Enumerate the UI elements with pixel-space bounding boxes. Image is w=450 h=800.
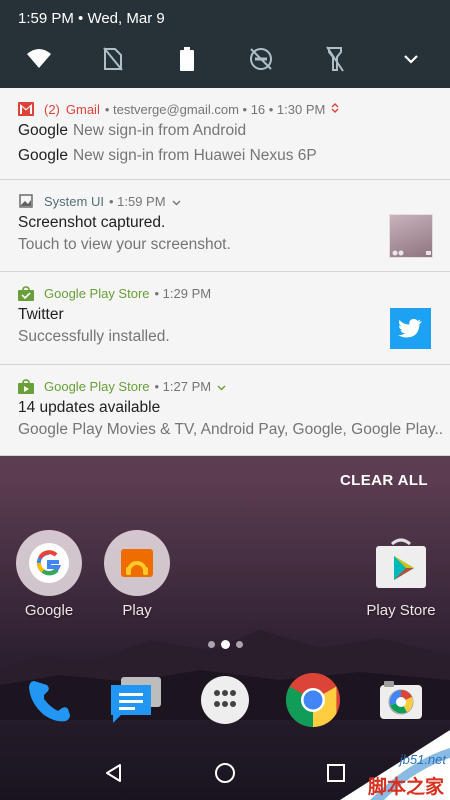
dnd-off-icon[interactable] [246, 44, 276, 74]
status-time-date: 1:59 PM • Wed, Mar 9 [18, 10, 165, 27]
phone-app-icon[interactable] [19, 670, 79, 730]
email-sender: Google [18, 122, 68, 139]
notification-title: Twitter [18, 306, 64, 323]
no-sim-icon[interactable] [98, 44, 128, 74]
home-icon-play-store[interactable]: Play Store [356, 530, 446, 619]
notification-header: Google Play Store • 1:27 PM [18, 377, 226, 395]
chrome-app-icon[interactable] [283, 670, 343, 730]
page-dot-active [220, 640, 230, 649]
expand-chevron-icon[interactable] [396, 44, 426, 74]
twitter-icon [390, 308, 431, 349]
watermark-name: 脚本之家 [367, 777, 444, 798]
status-and-quick-settings: 1:59 PM • Wed, Mar 9 [0, 0, 450, 88]
notification-app-name: Google Play Store [44, 378, 150, 394]
chevron-down-icon[interactable] [172, 194, 181, 209]
home-icon-google-folder[interactable]: Google [4, 530, 94, 619]
home-icon-label: Google [24, 602, 74, 619]
notification-text: Successfully installed. [18, 328, 170, 345]
flashlight-off-icon[interactable] [320, 44, 350, 74]
email-line: Google New sign-in from Huawei Nexus 6P [18, 147, 317, 165]
home-icon-play-folder[interactable]: Play [92, 530, 182, 619]
play-store-update-icon [18, 378, 34, 394]
page-dot [207, 641, 215, 648]
battery-icon[interactable] [172, 44, 202, 74]
play-store-bag-icon [18, 285, 34, 301]
notification-text: Google Play Movies & TV, Android Pay, Go… [18, 421, 444, 438]
home-icon-label: Play [122, 602, 152, 619]
notification-system-ui[interactable]: System UI • 1:59 PM Screenshot captured.… [0, 180, 450, 272]
home-icon-label: Play Store [366, 602, 436, 619]
camera-app-icon[interactable] [371, 670, 431, 730]
google-folder-icon [16, 530, 82, 596]
play-folder-icon [104, 530, 170, 596]
notification-meta: • 1:27 PM [154, 378, 212, 394]
email-subject: New sign-in from Android [72, 122, 247, 139]
gmail-icon [18, 101, 34, 117]
notification-meta: • 1:59 PM [108, 193, 166, 209]
clear-all-button[interactable]: CLEAR ALL [340, 472, 428, 489]
expand-collapse-icon[interactable] [331, 102, 339, 117]
wifi-icon[interactable] [24, 44, 54, 74]
quick-settings-row [0, 44, 450, 78]
screenshot-thumbnail[interactable] [389, 214, 433, 258]
notification-app-name: System UI [44, 193, 104, 209]
notification-meta: • testverge@gmail.com • 16 • 1:30 PM [104, 101, 326, 117]
home-button-icon[interactable] [214, 762, 236, 784]
email-subject: New sign-in from Huawei Nexus 6P [72, 147, 317, 164]
play-store-icon [368, 530, 434, 596]
notification-header: (2) Gmail • testverge@gmail.com • 16 • 1… [18, 100, 339, 118]
image-icon [18, 193, 34, 209]
notification-header: System UI • 1:59 PM [18, 192, 181, 210]
notification-meta: • 1:29 PM [154, 285, 212, 301]
notification-app-name: Google Play Store [44, 285, 150, 301]
chevron-down-icon[interactable] [217, 379, 226, 394]
page-indicator [0, 640, 450, 649]
notification-gmail[interactable]: (2) Gmail • testverge@gmail.com • 16 • 1… [0, 88, 450, 180]
notification-title: 14 updates available [18, 399, 161, 416]
email-line: Google New sign-in from Android [18, 122, 246, 140]
page-dot [235, 641, 243, 648]
notification-app-name: Gmail [65, 101, 100, 117]
notification-play-store-installed[interactable]: Google Play Store • 1:29 PM Twitter Succ… [0, 272, 450, 365]
email-sender: Google [18, 147, 68, 164]
watermark-logo: jb51.net 脚本之家 [310, 730, 450, 800]
watermark-site: jb51.net [399, 752, 446, 767]
notification-play-store-updates[interactable]: Google Play Store • 1:27 PM 14 updates a… [0, 365, 450, 456]
back-icon[interactable] [104, 763, 124, 783]
messages-app-icon[interactable] [106, 670, 166, 730]
notification-count: (2) [44, 101, 60, 117]
app-drawer-icon[interactable] [195, 670, 255, 730]
notification-title: Screenshot captured. [18, 214, 166, 231]
notification-header: Google Play Store • 1:29 PM [18, 284, 211, 302]
notification-text: Touch to view your screenshot. [18, 236, 231, 253]
